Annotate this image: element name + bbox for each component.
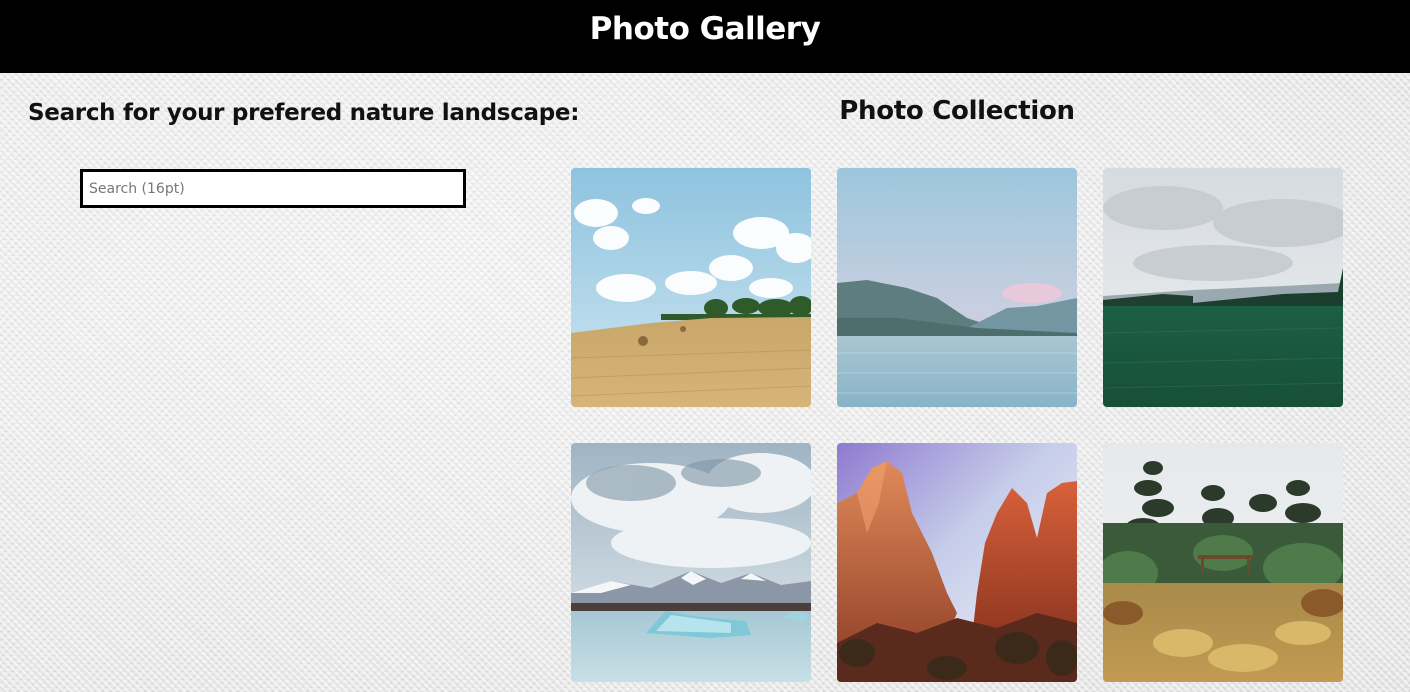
- page-title: Photo Gallery: [589, 10, 821, 47]
- photo-glacier-lagoon[interactable]: [571, 443, 811, 682]
- photo-hay-field[interactable]: [571, 168, 811, 407]
- collection-heading: Photo Collection: [839, 96, 1075, 126]
- photo-mountain-lake[interactable]: [837, 168, 1077, 407]
- photo-glacier-lagoon-image: [571, 443, 811, 682]
- photo-red-rock-canyon[interactable]: [837, 443, 1077, 682]
- photo-hay-field-image: [571, 168, 811, 407]
- page-header: Photo Gallery: [0, 0, 1410, 73]
- search-heading: Search for your prefered nature landscap…: [28, 100, 580, 126]
- photo-garden-path-image: [1103, 443, 1343, 682]
- photo-green-meadow-image: [1103, 168, 1343, 407]
- photo-red-rock-canyon-image: [837, 443, 1077, 682]
- photo-mountain-lake-image: [837, 168, 1077, 407]
- search-input[interactable]: [80, 169, 466, 208]
- photo-garden-path[interactable]: [1103, 443, 1343, 682]
- photo-green-meadow[interactable]: [1103, 168, 1343, 407]
